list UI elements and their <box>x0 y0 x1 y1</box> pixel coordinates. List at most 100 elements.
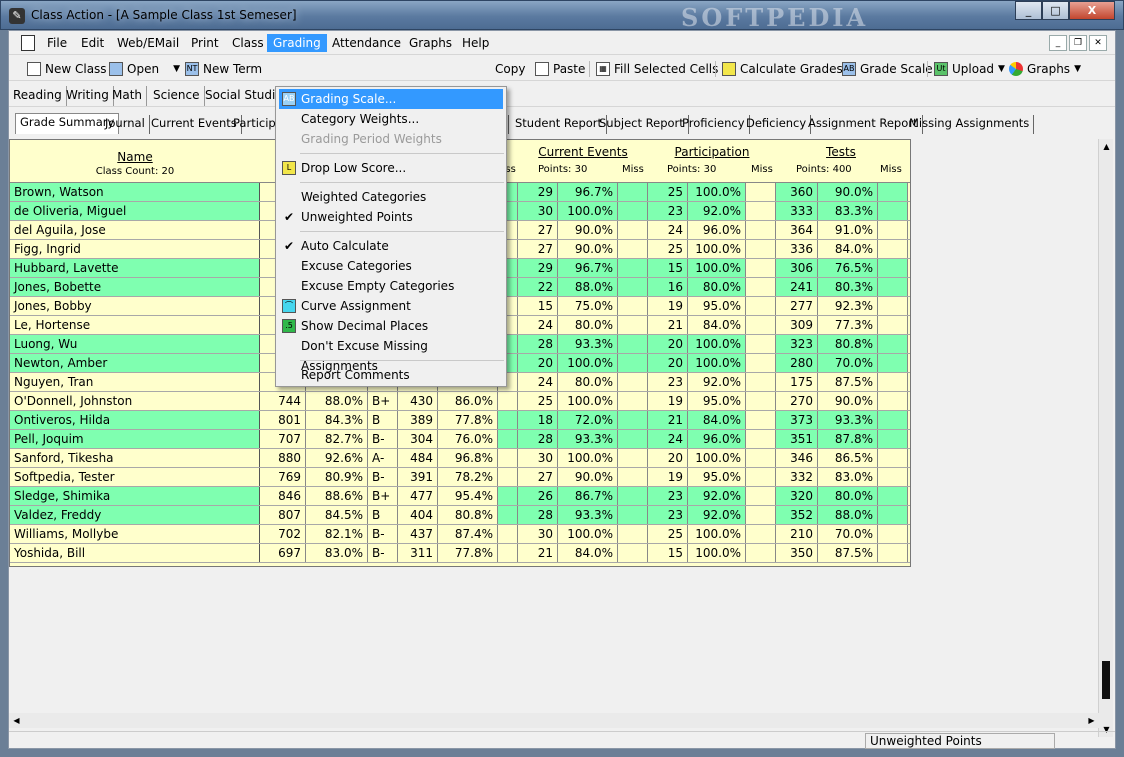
grid-cell[interactable]: 76.0% <box>438 430 498 448</box>
grid-cell[interactable]: 27 <box>518 240 558 258</box>
grid-cell[interactable] <box>618 506 648 524</box>
menu-graphs[interactable]: Graphs <box>403 34 458 52</box>
grid-cell[interactable] <box>498 392 518 410</box>
grid-cell[interactable]: 769 <box>260 468 306 486</box>
grid-cell[interactable]: 332 <box>776 468 818 486</box>
grid-cell[interactable]: 19 <box>648 468 688 486</box>
document-icon[interactable] <box>21 35 35 51</box>
student-name-cell[interactable]: Valdez, Freddy <box>10 506 260 524</box>
grid-cell[interactable]: 88.6% <box>306 487 368 505</box>
grid-cell[interactable]: 25 <box>648 183 688 201</box>
grid-cell[interactable]: 100.0% <box>558 392 618 410</box>
grid-cell[interactable]: B <box>368 411 398 429</box>
grid-cell[interactable]: 84.3% <box>306 411 368 429</box>
grid-cell[interactable] <box>618 221 648 239</box>
grid-cell[interactable]: 90.0% <box>818 183 878 201</box>
grid-cell[interactable]: 86.5% <box>818 449 878 467</box>
grid-cell[interactable]: 80.8% <box>438 506 498 524</box>
minimize-button[interactable]: _ <box>1015 1 1042 20</box>
grid-cell[interactable] <box>498 430 518 448</box>
menu-attendance[interactable]: Attendance <box>326 34 407 52</box>
new-term-button[interactable]: NT New Term <box>185 60 262 78</box>
scroll-thumb[interactable] <box>1102 661 1110 699</box>
grid-cell[interactable] <box>618 392 648 410</box>
mdi-close-button[interactable]: ✕ <box>1089 35 1107 51</box>
grid-cell[interactable]: 83.3% <box>818 202 878 220</box>
student-name-cell[interactable]: de Oliveria, Miguel <box>10 202 260 220</box>
grid-cell[interactable] <box>878 202 908 220</box>
grid-cell[interactable]: 311 <box>398 544 438 562</box>
grid-cell[interactable]: 25 <box>648 240 688 258</box>
menu-print[interactable]: Print <box>185 34 225 52</box>
grid-cell[interactable]: 21 <box>648 411 688 429</box>
grid-cell[interactable]: 23 <box>648 373 688 391</box>
grid-cell[interactable] <box>878 430 908 448</box>
grid-cell[interactable]: 29 <box>518 183 558 201</box>
grid-cell[interactable]: 92.0% <box>688 487 746 505</box>
grid-cell[interactable]: 95.0% <box>688 468 746 486</box>
student-name-cell[interactable]: Jones, Bobette <box>10 278 260 296</box>
grade-scale-button[interactable]: AB Grade Scale <box>842 60 933 78</box>
grid-cell[interactable]: 404 <box>398 506 438 524</box>
grid-cell[interactable]: 277 <box>776 297 818 315</box>
grid-cell[interactable]: 801 <box>260 411 306 429</box>
menu-item-category-weights[interactable]: Category Weights... <box>279 109 503 129</box>
student-name-cell[interactable]: Sanford, Tikesha <box>10 449 260 467</box>
grid-cell[interactable]: 100.0% <box>688 183 746 201</box>
grid-cell[interactable]: 350 <box>776 544 818 562</box>
tests-header[interactable]: Tests <box>776 145 906 159</box>
menu-item-show-decimal-places[interactable]: .5 Show Decimal Places <box>279 316 503 336</box>
scroll-up-icon[interactable]: ▲ <box>1099 139 1114 154</box>
grid-cell[interactable]: 20 <box>518 354 558 372</box>
grid-cell[interactable]: 86.7% <box>558 487 618 505</box>
grid-cell[interactable]: 29 <box>518 259 558 277</box>
grid-cell[interactable] <box>618 430 648 448</box>
grid-cell[interactable] <box>498 525 518 543</box>
graphs-button[interactable]: Graphs ▼ <box>1009 60 1081 78</box>
grid-cell[interactable]: 364 <box>776 221 818 239</box>
tab-journal[interactable]: Journal <box>101 115 150 134</box>
grid-cell[interactable] <box>878 354 908 372</box>
mdi-minimize-button[interactable]: _ <box>1049 35 1067 51</box>
grid-cell[interactable]: 23 <box>648 487 688 505</box>
grid-cell[interactable] <box>618 354 648 372</box>
grid-cell[interactable] <box>618 297 648 315</box>
tab-student-report[interactable]: Student Report <box>511 115 608 134</box>
grid-cell[interactable]: 336 <box>776 240 818 258</box>
grid-cell[interactable]: 100.0% <box>558 202 618 220</box>
grid-cell[interactable]: 95.0% <box>688 392 746 410</box>
grid-cell[interactable]: 360 <box>776 183 818 201</box>
grid-cell[interactable]: 96.0% <box>688 430 746 448</box>
grid-cell[interactable]: B- <box>368 544 398 562</box>
grid-cell[interactable] <box>746 297 776 315</box>
grid-cell[interactable]: 80.0% <box>558 373 618 391</box>
grid-cell[interactable]: 28 <box>518 430 558 448</box>
grid-cell[interactable]: 27 <box>518 468 558 486</box>
grid-cell[interactable]: 96.7% <box>558 259 618 277</box>
grid-cell[interactable]: 93.3% <box>558 335 618 353</box>
student-name-cell[interactable]: O'Donnell, Johnston <box>10 392 260 410</box>
grid-cell[interactable] <box>498 487 518 505</box>
grid-cell[interactable]: 28 <box>518 506 558 524</box>
grid-cell[interactable] <box>746 468 776 486</box>
current-events-header[interactable]: Current Events <box>518 145 648 159</box>
tab-reading[interactable]: Reading <box>9 86 67 106</box>
grid-cell[interactable]: 92.0% <box>688 373 746 391</box>
grid-cell[interactable] <box>878 487 908 505</box>
grid-cell[interactable] <box>746 259 776 277</box>
student-name-cell[interactable]: Jones, Bobby <box>10 297 260 315</box>
grid-cell[interactable] <box>746 430 776 448</box>
grid-cell[interactable]: 280 <box>776 354 818 372</box>
grid-cell[interactable]: 25 <box>648 525 688 543</box>
grid-cell[interactable] <box>878 468 908 486</box>
grid-cell[interactable] <box>498 449 518 467</box>
grid-cell[interactable]: B+ <box>368 487 398 505</box>
scroll-left-icon[interactable]: ◀ <box>9 713 24 728</box>
grid-cell[interactable] <box>618 335 648 353</box>
grid-cell[interactable] <box>618 449 648 467</box>
grid-cell[interactable] <box>878 544 908 562</box>
grid-cell[interactable] <box>618 202 648 220</box>
vertical-scrollbar[interactable]: ▲ ▼ <box>1098 139 1113 737</box>
menu-item-report-comments[interactable]: Report Comments <box>279 365 503 385</box>
grid-cell[interactable]: 80.0% <box>558 316 618 334</box>
